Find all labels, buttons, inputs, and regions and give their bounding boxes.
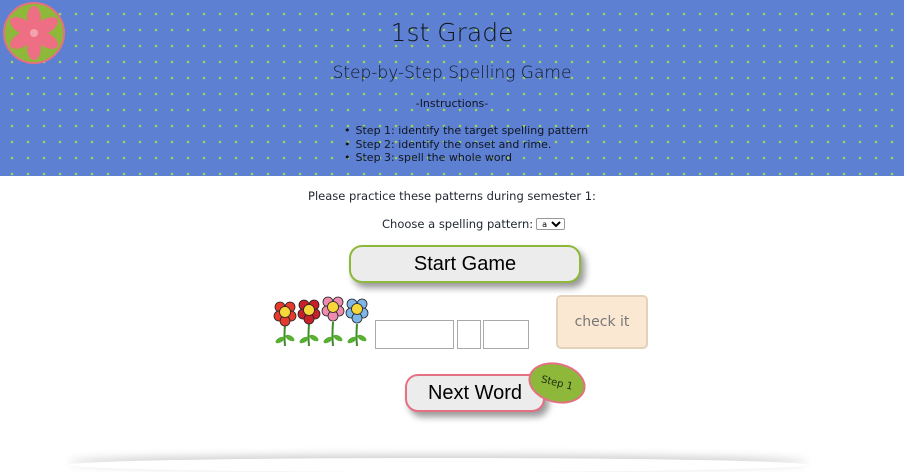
onset-input[interactable]	[375, 320, 454, 349]
pattern-label: Choose a spelling pattern:	[382, 217, 534, 231]
red-flower-icon	[273, 301, 297, 347]
page-subtitle: Step-by-Step Spelling Game	[332, 63, 572, 83]
instruction-step-2: Step 2: identify the onset and rime.	[344, 138, 588, 152]
blue-flower-icon	[345, 298, 369, 347]
start-game-button[interactable]: Start Game	[349, 245, 581, 283]
rime-input[interactable]	[483, 320, 529, 349]
red-flower-icon	[297, 299, 321, 347]
pattern-chooser: Choose a spelling pattern: a	[382, 217, 566, 231]
next-word-button[interactable]: Next Word	[405, 374, 545, 412]
pink-flower-icon	[321, 296, 345, 347]
middle-input[interactable]	[457, 320, 481, 349]
content-card-edge	[68, 458, 808, 472]
pattern-select[interactable]: a	[536, 218, 566, 230]
check-it-button[interactable]: check it	[556, 295, 648, 349]
practice-text: Please practice these patterns during se…	[308, 189, 596, 203]
instruction-step-3: Step 3: spell the whole word	[344, 151, 588, 165]
page-title: 1st Grade	[390, 18, 514, 47]
instructions-list: Step 1: identify the target spelling pat…	[344, 124, 589, 165]
flower-progress	[272, 296, 372, 350]
header-banner: 1st Grade Step-by-Step Spelling Game -In…	[0, 0, 904, 176]
instruction-step-1: Step 1: identify the target spelling pat…	[344, 124, 589, 138]
instructions-heading: -Instructions-	[415, 97, 489, 110]
